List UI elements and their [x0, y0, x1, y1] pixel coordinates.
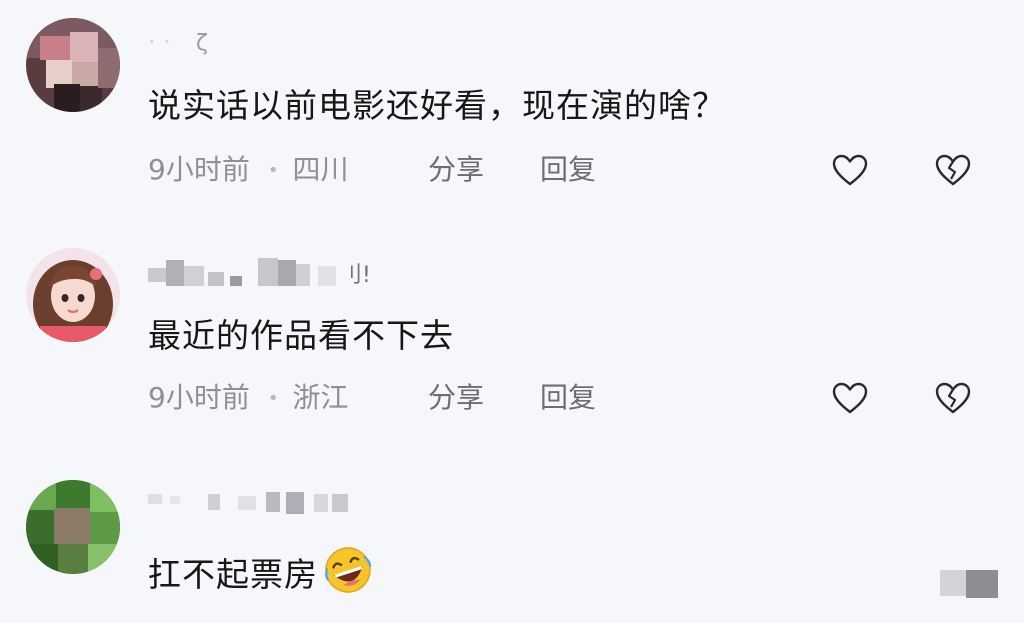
reply-button[interactable]: 回复	[540, 380, 596, 416]
comment-meta-cutoff	[148, 608, 748, 623]
avatar[interactable]	[26, 248, 120, 342]
avatar[interactable]	[26, 18, 120, 112]
separator-dot: •	[267, 388, 279, 409]
share-button[interactable]: 分享	[428, 152, 484, 188]
comment-location: 四川	[292, 153, 349, 186]
comment-item-2: 刂! 最近的作品看不下去 9小时前 • 浙江 分享 回复	[0, 230, 1024, 440]
username-pixelated[interactable]	[148, 490, 358, 518]
avatar[interactable]	[26, 480, 120, 574]
broken-heart-icon[interactable]	[933, 379, 973, 419]
reply-button[interactable]: 回复	[540, 152, 596, 188]
comment-meta: 9小时前 • 四川 分享 回复	[148, 152, 596, 189]
comment-time: 9小时前	[148, 153, 250, 186]
username-pixelated[interactable]: · · ζ	[148, 28, 228, 56]
comment-item-1: · · ζ 说实话以前电影还好看，现在演的啥？ 9小时前 • 四川 分享 回复	[0, 0, 1024, 210]
username-pixelated[interactable]: 刂!	[148, 254, 398, 288]
comment-location: 浙江	[292, 381, 349, 414]
comment-time: 9小时前	[148, 381, 250, 414]
comment-item-3: 扛不起票房	[0, 460, 1024, 623]
laughing-crying-emoji	[320, 546, 376, 603]
share-button[interactable]: 分享	[428, 380, 484, 416]
broken-heart-icon[interactable]	[933, 151, 973, 191]
heart-outline-icon[interactable]	[830, 379, 870, 419]
comment-meta: 9小时前 • 浙江 分享 回复	[148, 380, 596, 417]
comment-text: 说实话以前电影还好看，现在演的啥？	[148, 86, 726, 125]
svg-text:ζ: ζ	[196, 31, 208, 56]
username-tail: 刂!	[340, 263, 371, 288]
watermark-mosaic	[940, 566, 1000, 604]
comment-text-content: 扛不起票房	[148, 555, 318, 594]
svg-text:· ·: · ·	[148, 28, 171, 56]
comment-text: 最近的作品看不下去	[148, 316, 454, 355]
comment-text: 扛不起票房	[148, 546, 376, 603]
heart-outline-icon[interactable]	[830, 151, 870, 191]
separator-dot: •	[267, 160, 279, 181]
